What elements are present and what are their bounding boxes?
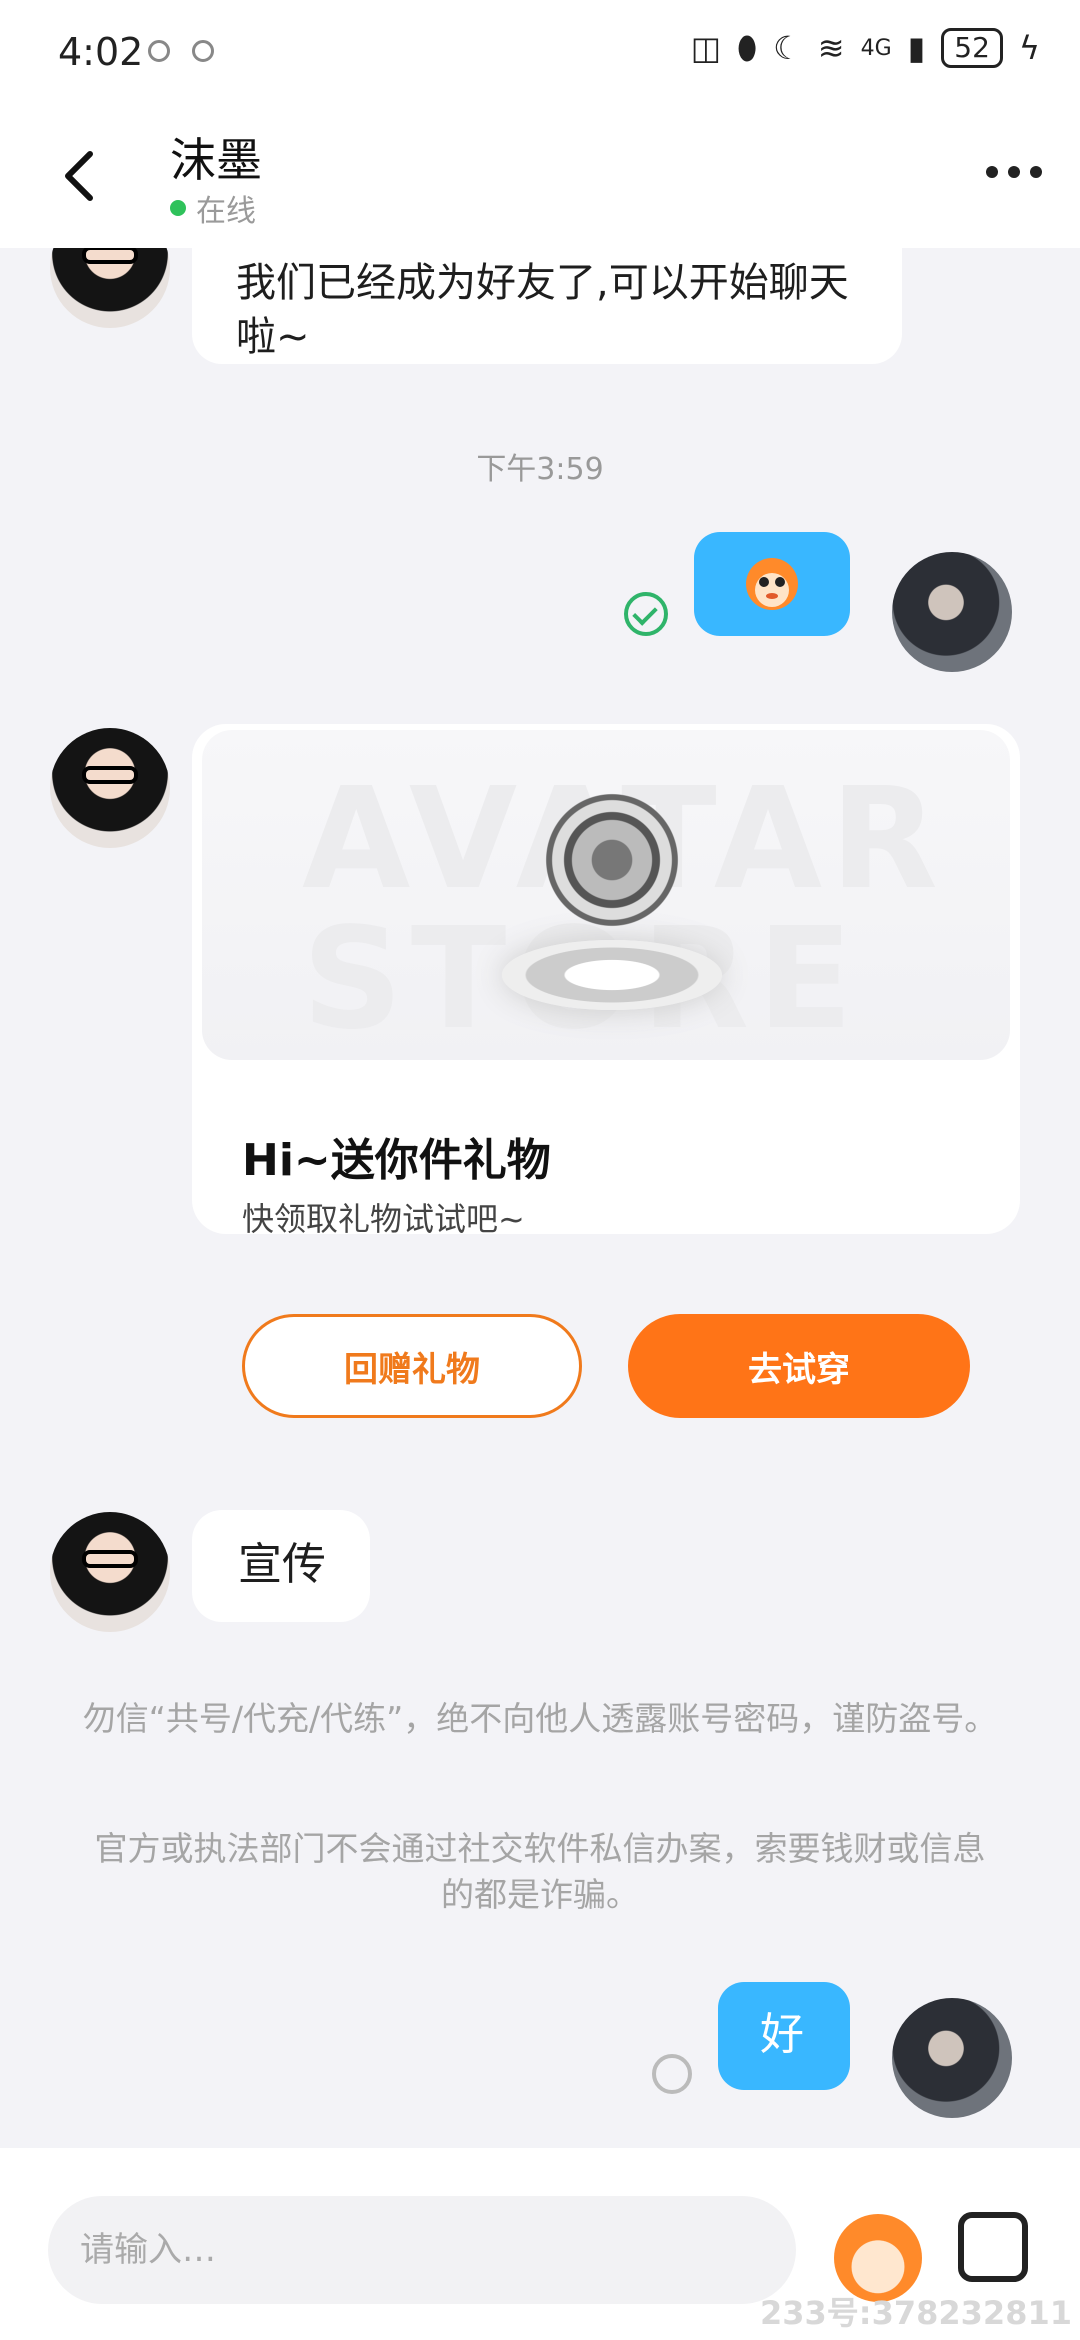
message-bubble[interactable]: 我们已经成为好友了,可以开始聊天啦~ bbox=[192, 248, 902, 364]
monkey-sticker-icon bbox=[746, 558, 798, 610]
location-icon: ⬮ bbox=[736, 28, 758, 67]
message-bubble[interactable]: 好 bbox=[718, 1982, 850, 2090]
image-icon[interactable] bbox=[958, 2212, 1028, 2282]
try-on-button[interactable]: 去试穿 bbox=[628, 1314, 970, 1418]
message-input[interactable] bbox=[48, 2196, 796, 2304]
return-gift-button[interactable]: 回赠礼物 bbox=[242, 1314, 582, 1418]
gift-emblem-icon bbox=[542, 790, 682, 930]
status-icons: ◫ ⬮ ☾ ≋ 4G ▮ 52 ϟ bbox=[691, 28, 1040, 68]
message-text: 好 bbox=[760, 2009, 804, 2060]
sticker-bubble[interactable] bbox=[694, 532, 850, 636]
gift-image[interactable]: AVATAR STORE bbox=[202, 730, 1010, 1060]
charging-icon: ϟ bbox=[1018, 29, 1040, 67]
message-timestamp: 下午3:59 bbox=[476, 452, 604, 487]
back-arrow-icon bbox=[65, 151, 93, 201]
input-bar: 233号:378232811 bbox=[0, 2148, 1080, 2340]
safety-notice-2: 官方或执法部门不会通过社交软件私信办案，索要钱财或信息的都是诈骗。 bbox=[94, 1829, 986, 1914]
message-bubble[interactable]: 宣传 bbox=[192, 1510, 370, 1622]
signal-icon: ▮ bbox=[907, 29, 926, 67]
pending-circle-icon bbox=[652, 2054, 692, 2094]
read-check-icon bbox=[624, 592, 668, 636]
chat-header: 沫墨 在线 bbox=[0, 110, 1080, 248]
network-label: 4G bbox=[860, 35, 892, 61]
gift-title: Hi~送你件礼物 bbox=[242, 1135, 551, 1186]
battery-indicator: 52 bbox=[941, 28, 1003, 68]
safety-notice-1: 勿信“共号/代充/代练”，绝不向他人透露账号密码，谨防盗号。 bbox=[82, 1699, 998, 1738]
status-time: 4:02 bbox=[58, 30, 144, 74]
moon-icon: ☾ bbox=[773, 29, 802, 67]
my-avatar[interactable] bbox=[892, 552, 1012, 672]
contact-avatar[interactable] bbox=[50, 728, 170, 848]
contact-name[interactable]: 沫墨 bbox=[170, 124, 262, 190]
notification-icons bbox=[148, 40, 214, 62]
contact-avatar[interactable] bbox=[50, 1512, 170, 1632]
wifi-icon: ≋ bbox=[817, 29, 845, 67]
gift-subtitle: 快领取礼物试试吧~ bbox=[242, 1200, 525, 1238]
message-text: 宣传 bbox=[238, 1539, 326, 1590]
contact-avatar[interactable] bbox=[50, 248, 170, 328]
status-bar: 4:02 ◫ ⬮ ☾ ≋ 4G ▮ 52 ϟ bbox=[0, 0, 1080, 110]
gift-platform bbox=[502, 940, 722, 1010]
online-dot-icon bbox=[170, 200, 186, 216]
more-icon[interactable] bbox=[986, 166, 1042, 178]
chat-messages[interactable]: 我们已经成为好友了,可以开始聊天啦~ 下午3:59 AVATAR STORE H… bbox=[0, 248, 1080, 2148]
watermark-id: 233号:378232811 bbox=[760, 2294, 1072, 2332]
message-text: 我们已经成为好友了,可以开始聊天啦~ bbox=[236, 260, 849, 360]
back-button[interactable] bbox=[50, 140, 110, 210]
online-status: 在线 bbox=[170, 186, 256, 230]
nfc-icon: ◫ bbox=[690, 29, 721, 67]
my-avatar[interactable] bbox=[892, 1998, 1012, 2118]
online-label: 在线 bbox=[196, 194, 256, 229]
gift-card[interactable]: AVATAR STORE Hi~送你件礼物 快领取礼物试试吧~ 回赠礼物 去试穿 bbox=[192, 724, 1020, 1418]
